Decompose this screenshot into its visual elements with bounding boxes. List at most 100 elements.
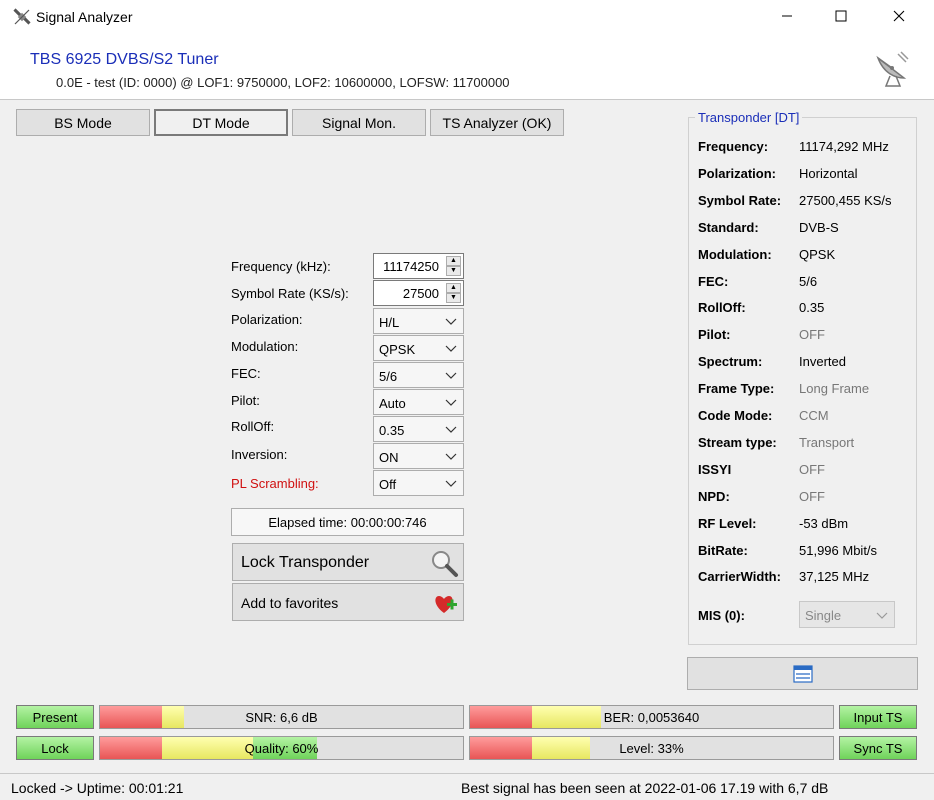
fec-value: 5/6 <box>379 369 398 384</box>
maximize-button[interactable] <box>818 0 864 32</box>
polarization-value: H/L <box>379 315 400 330</box>
ber-text: BER: 0,0053640 <box>603 710 700 725</box>
chevron-down-icon <box>445 426 457 433</box>
status-bar: Locked -> Uptime: 00:01:21 Best signal h… <box>0 773 934 800</box>
transponder-field-value: 5/6 <box>799 274 818 289</box>
elapsed-time: Elapsed time: 00:00:00:746 <box>231 508 464 536</box>
transponder-field-value: 11174,292 MHz <box>799 139 889 154</box>
transponder-field-value: OFF <box>799 489 825 504</box>
frequency-spinner[interactable]: ▲ ▼ <box>446 256 461 276</box>
spin-up-icon[interactable]: ▲ <box>446 256 461 266</box>
inversion-select[interactable]: ON <box>373 443 464 469</box>
transponder-field-value: Horizontal <box>799 166 858 181</box>
symbol-rate-value: 27500 <box>402 286 439 301</box>
fec-select[interactable]: 5/6 <box>373 362 464 388</box>
chevron-down-icon <box>876 612 888 619</box>
transponder-field-value: 51,996 Mbit/s <box>799 543 878 558</box>
bs-mode-button[interactable]: BS Mode <box>16 109 150 136</box>
rolloff-select[interactable]: 0.35 <box>373 416 464 442</box>
sync-ts-indicator: Sync TS <box>839 736 917 760</box>
transponder-field-label: Spectrum: <box>698 354 763 369</box>
transponder-field-label: Stream type: <box>698 435 777 450</box>
tuner-header: TBS 6925 DVBS/S2 Tuner 0.0E - test (ID: … <box>0 34 934 100</box>
fec-label: FEC: <box>231 366 261 381</box>
transponder-field-label: Frequency: <box>698 139 769 154</box>
close-icon <box>893 10 905 22</box>
transponder-field-label: FEC: <box>698 274 729 289</box>
list-icon <box>793 665 813 683</box>
transponder-field-value: -53 dBm <box>799 516 849 531</box>
level-meter: Level: 33% <box>469 736 834 760</box>
transponder-field-label: Polarization: <box>698 166 777 181</box>
transponder-field-label: RollOff: <box>698 300 746 315</box>
mis-select[interactable]: Single <box>799 601 895 628</box>
transponder-field-value: DVB-S <box>799 220 839 235</box>
add-favorites-button[interactable]: Add to favorites <box>232 583 464 621</box>
modulation-select[interactable]: QPSK <box>373 335 464 361</box>
inversion-label: Inversion: <box>231 447 288 462</box>
title-bar: Signal Analyzer <box>0 0 934 34</box>
transponder-field-label: BitRate: <box>698 543 748 558</box>
maximize-icon <box>835 10 847 22</box>
frequency-value: 11174250 <box>383 259 439 274</box>
transponder-field-label: Code Mode: <box>698 408 773 423</box>
transponder-field-label: RF Level: <box>698 516 757 531</box>
satellite-app-icon <box>13 8 31 25</box>
pilot-label: Pilot: <box>231 393 260 408</box>
transponder-field-value: OFF <box>799 327 825 342</box>
level-text: Level: 33% <box>619 741 684 756</box>
quality-text: Quality: 60% <box>244 741 319 756</box>
symbol-rate-spinner[interactable]: ▲ ▼ <box>446 283 461 303</box>
ts-analyzer-button[interactable]: TS Analyzer (OK) <box>430 109 564 136</box>
chevron-down-icon <box>445 480 457 487</box>
pilot-select[interactable]: Auto <box>373 389 464 415</box>
polarization-label: Polarization: <box>231 312 303 327</box>
close-button[interactable] <box>876 0 922 32</box>
frequency-label: Frequency (kHz): <box>231 259 331 274</box>
frequency-input[interactable]: 11174250 ▲ ▼ <box>373 253 464 279</box>
dt-mode-button[interactable]: DT Mode <box>154 109 288 136</box>
spin-down-icon[interactable]: ▼ <box>446 266 461 276</box>
lock-indicator: Lock <box>16 736 94 760</box>
lnb-info: 0.0E - test (ID: 0000) @ LOF1: 9750000, … <box>56 75 510 90</box>
snr-text: SNR: 6,6 dB <box>245 710 318 725</box>
uptime-status: Locked -> Uptime: 00:01:21 <box>11 780 184 796</box>
transponder-field-value: 0.35 <box>799 300 825 315</box>
modulation-label: Modulation: <box>231 339 299 354</box>
snr-meter: SNR: 6,6 dB <box>99 705 464 729</box>
minimize-icon <box>782 15 792 17</box>
polarization-select[interactable]: H/L <box>373 308 464 334</box>
mis-label: MIS (0): <box>698 608 745 623</box>
pl-scrambling-select[interactable]: Off <box>373 470 464 496</box>
present-indicator: Present <box>16 705 94 729</box>
transponder-field-label: ISSYI <box>698 462 732 477</box>
chevron-down-icon <box>445 318 457 325</box>
device-name: TBS 6925 DVBS/S2 Tuner <box>30 51 219 68</box>
mis-value: Single <box>805 608 842 623</box>
symbol-rate-label: Symbol Rate (KS/s): <box>231 286 349 301</box>
transponder-field-value: QPSK <box>799 247 836 262</box>
add-favorites-label: Add to favorites <box>241 595 339 611</box>
signal-monitor-button[interactable]: Signal Mon. <box>292 109 426 136</box>
chevron-down-icon <box>445 453 457 460</box>
transponder-field-value: 37,125 MHz <box>799 569 870 584</box>
minimize-button[interactable] <box>764 0 810 32</box>
magnifier-icon <box>432 551 458 577</box>
rolloff-value: 0.35 <box>379 423 405 438</box>
spin-down-icon[interactable]: ▼ <box>446 293 461 303</box>
spin-up-icon[interactable]: ▲ <box>446 283 461 293</box>
input-ts-indicator: Input TS <box>839 705 917 729</box>
inversion-value: ON <box>379 450 399 465</box>
symbol-rate-input[interactable]: 27500 ▲ ▼ <box>373 280 464 306</box>
lock-transponder-button[interactable]: Lock Transponder <box>232 543 464 581</box>
transponder-title: Transponder [DT] <box>695 110 803 125</box>
chevron-down-icon <box>445 345 457 352</box>
transponder-field-value: Long Frame <box>799 381 870 396</box>
transponder-field-label: Standard: <box>698 220 759 235</box>
transponder-field-label: Frame Type: <box>698 381 775 396</box>
transponder-field-value: OFF <box>799 462 825 477</box>
pl-scrambling-label: PL Scrambling: <box>231 476 319 491</box>
channel-list-button[interactable] <box>687 657 918 690</box>
transponder-field-label: Modulation: <box>698 247 772 262</box>
chevron-down-icon <box>445 372 457 379</box>
